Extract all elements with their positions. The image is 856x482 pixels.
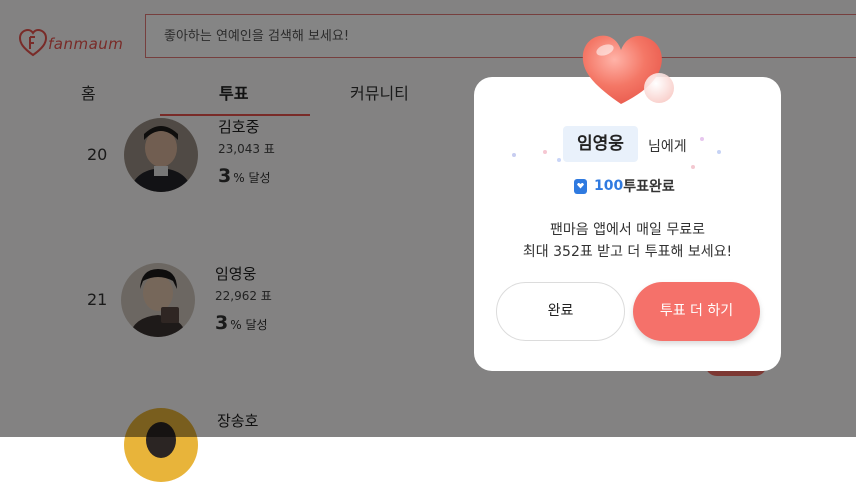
confetti-dot — [512, 153, 516, 157]
done-button[interactable]: 완료 — [496, 282, 625, 341]
recipient-suffix: 님에게 — [648, 139, 687, 155]
confetti-dot — [700, 137, 704, 141]
confetti-dot — [691, 165, 695, 169]
heart-icon — [582, 35, 674, 104]
promo-message-line2: 최대 352표 받고 더 투표해 보세요! — [522, 244, 733, 260]
vote-done-label: 투표완료 — [623, 179, 675, 195]
vote-complete-status: 100 투표완료 — [574, 176, 675, 196]
confetti-dot — [717, 150, 721, 154]
promo-message-line1: 팬마음 앱에서 매일 무료로 — [549, 222, 706, 238]
recipient-name: 임영웅 — [563, 126, 638, 162]
vote-more-button[interactable]: 투표 더 하기 — [633, 282, 760, 341]
confetti-dot — [543, 150, 547, 154]
vote-amount: 100 — [594, 178, 624, 194]
confetti-dot — [557, 158, 561, 162]
vote-ticket-icon — [574, 178, 587, 194]
